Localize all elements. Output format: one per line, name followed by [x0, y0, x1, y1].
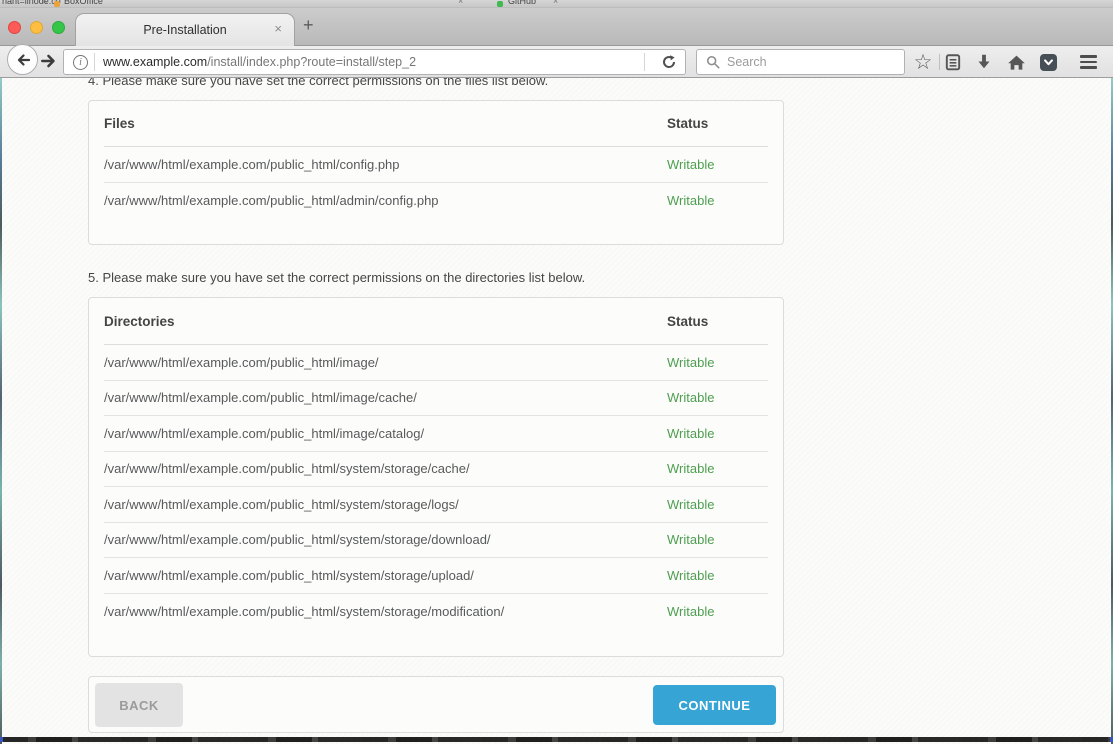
new-tab-button[interactable]: +	[303, 16, 314, 34]
url-domain: www.example.com	[103, 55, 207, 69]
table-row: /var/www/html/example.com/public_html/sy…	[104, 487, 768, 523]
background-window-bottom-edge	[2, 737, 1111, 742]
page-content: 4. Please make sure you have set the cor…	[0, 78, 1113, 744]
search-box[interactable]	[696, 49, 905, 75]
tab-pre-installation[interactable]: Pre-Installation ×	[75, 13, 295, 46]
forward-button[interactable]	[40, 52, 58, 70]
files-table-header: Files Status	[104, 101, 768, 147]
background-tab-favicon	[54, 1, 60, 7]
screen: hant=linode.co × BoxOffice × GitHub × Pr…	[0, 0, 1113, 744]
status-value: Writable	[667, 193, 768, 208]
menu-hamburger-icon[interactable]	[1077, 51, 1099, 73]
table-row: /var/www/html/example.com/public_html/sy…	[104, 452, 768, 488]
tab-title: Pre-Installation	[143, 23, 226, 37]
background-window-corner	[0, 737, 3, 742]
browser-toolbar: i www.example.com/install/index.php?rout…	[0, 46, 1113, 78]
url-path: /install/index.php?route=install/step_2	[207, 55, 416, 69]
table-row: /var/www/html/example.com/public_html/im…	[104, 345, 768, 381]
tab-close-icon[interactable]: ×	[274, 22, 282, 35]
step5-instruction: 5. Please make sure you have set the cor…	[88, 270, 585, 285]
url-divider	[94, 53, 95, 71]
search-input[interactable]	[727, 50, 904, 74]
status-value: Writable	[667, 390, 768, 405]
directory-path: /var/www/html/example.com/public_html/sy…	[104, 604, 667, 619]
url-divider	[644, 53, 645, 71]
bookmark-star-icon[interactable]: ☆	[912, 51, 934, 73]
table-row: /var/www/html/example.com/public_html/co…	[104, 147, 768, 183]
window-minimize-button[interactable]	[30, 21, 43, 34]
directory-path: /var/www/html/example.com/public_html/im…	[104, 390, 667, 405]
directory-path: /var/www/html/example.com/public_html/im…	[104, 426, 667, 441]
background-window-top-edge: hant=linode.co × BoxOffice × GitHub ×	[0, 0, 1113, 8]
pocket-icon[interactable]	[1037, 51, 1059, 73]
forward-arrow-icon	[40, 52, 58, 70]
background-tab-close-icon: ×	[458, 0, 463, 6]
status-value: Writable	[667, 604, 768, 619]
step4-instruction: 4. Please make sure you have set the cor…	[88, 78, 548, 88]
background-tab-close-icon: ×	[42, 0, 47, 6]
back-arrow-icon	[15, 52, 31, 68]
files-header-label: Files	[104, 116, 667, 131]
status-header-label: Status	[667, 116, 768, 131]
reload-button[interactable]	[661, 54, 677, 70]
toolbar-separator	[939, 54, 940, 70]
table-row: /var/www/html/example.com/public_html/sy…	[104, 523, 768, 559]
back-step-button[interactable]: BACK	[95, 683, 183, 727]
status-value: Writable	[667, 532, 768, 547]
directories-header-label: Directories	[104, 314, 667, 329]
file-path: /var/www/html/example.com/public_html/co…	[104, 157, 667, 172]
status-value: Writable	[667, 568, 768, 583]
reload-icon	[661, 54, 677, 70]
window-zoom-button[interactable]	[52, 21, 65, 34]
status-value: Writable	[667, 426, 768, 441]
url-text[interactable]: www.example.com/install/index.php?route=…	[103, 55, 644, 69]
background-tab-favicon	[497, 1, 503, 7]
window-close-button[interactable]	[8, 21, 21, 34]
background-window-left-edge	[0, 78, 2, 744]
directory-path: /var/www/html/example.com/public_html/sy…	[104, 532, 667, 547]
table-row: /var/www/html/example.com/public_html/ad…	[104, 183, 768, 219]
directory-path: /var/www/html/example.com/public_html/sy…	[104, 497, 667, 512]
site-info-icon[interactable]: i	[73, 55, 88, 70]
directory-path: /var/www/html/example.com/public_html/sy…	[104, 461, 667, 476]
table-row: /var/www/html/example.com/public_html/im…	[104, 381, 768, 417]
status-value: Writable	[667, 497, 768, 512]
status-value: Writable	[667, 157, 768, 172]
table-row: /var/www/html/example.com/public_html/im…	[104, 416, 768, 452]
status-header-label: Status	[667, 314, 768, 329]
background-tab-label: hant=linode.co	[2, 0, 61, 6]
bookmarks-menu-icon[interactable]	[942, 51, 964, 73]
status-value: Writable	[667, 461, 768, 476]
table-row: /var/www/html/example.com/public_html/sy…	[104, 558, 768, 594]
directories-panel: Directories Status /var/www/html/example…	[88, 297, 784, 657]
file-path: /var/www/html/example.com/public_html/ad…	[104, 193, 667, 208]
downloads-icon[interactable]	[973, 51, 995, 73]
continue-button[interactable]: CONTINUE	[653, 685, 776, 725]
files-panel: Files Status /var/www/html/example.com/p…	[88, 100, 784, 245]
url-bar[interactable]: i www.example.com/install/index.php?rout…	[63, 49, 686, 75]
table-row: /var/www/html/example.com/public_html/sy…	[104, 594, 768, 630]
status-value: Writable	[667, 355, 768, 370]
background-tab-label: BoxOffice	[64, 0, 103, 6]
actions-panel: BACK CONTINUE	[88, 676, 784, 733]
background-tab-label: GitHub	[508, 0, 536, 6]
directory-path: /var/www/html/example.com/public_html/sy…	[104, 568, 667, 583]
directory-path: /var/www/html/example.com/public_html/im…	[104, 355, 667, 370]
home-icon[interactable]	[1005, 51, 1027, 73]
background-tab-close-icon: ×	[553, 0, 558, 6]
browser-tab-bar: Pre-Installation × +	[0, 8, 1113, 46]
directories-table-header: Directories Status	[104, 298, 768, 345]
search-icon	[706, 55, 720, 69]
back-button[interactable]	[7, 44, 38, 75]
